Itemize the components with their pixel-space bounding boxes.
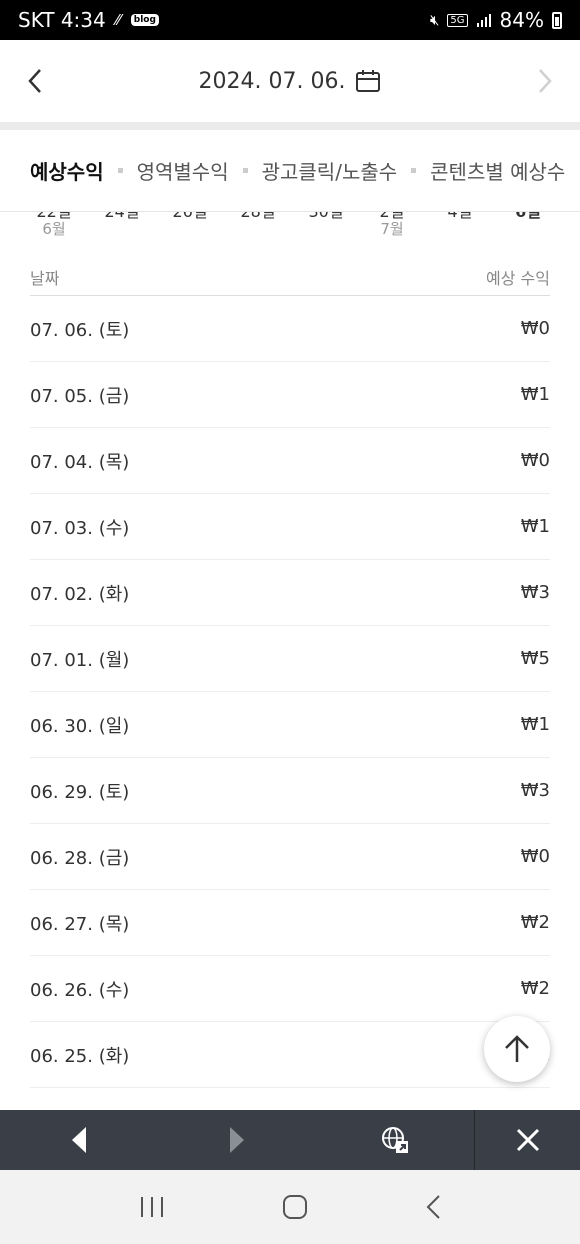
column-header-revenue: 예상 수익 [486, 268, 550, 288]
tab-ad-clicks-impressions[interactable]: 광고클릭/노출수 [262, 156, 398, 185]
row-value: ₩0 [520, 450, 550, 471]
table-row: 06. 26. (수) ₩2 [30, 956, 550, 1022]
tab-divider [242, 168, 248, 173]
axis-tick: 30일 [296, 212, 356, 222]
axis-tick: 26일 [160, 212, 220, 222]
back-icon[interactable] [425, 1194, 441, 1220]
date-header: 2024. 07. 06. [0, 40, 580, 122]
tab-revenue-by-content[interactable]: 콘텐츠별 예상수 [430, 156, 565, 185]
row-date: 06. 25. (화) [30, 1045, 130, 1067]
arrow-up-icon [505, 1035, 529, 1062]
row-date: 06. 27. (목) [30, 913, 130, 935]
status-right: 🔇︎ 5G 84% [430, 8, 562, 32]
battery-percent: 84% [499, 8, 544, 32]
table-header: 날짜 예상 수익 [30, 258, 550, 296]
chevron-right-icon [539, 69, 552, 93]
chart-axis: 22일 24일 26일 28일 30일 2일 4일 6일 6월 7월 [0, 212, 580, 242]
carrier-time: SKT 4:34 [18, 8, 106, 32]
row-value: ₩5 [520, 648, 550, 669]
next-date-button[interactable] [510, 40, 580, 122]
signal-icon [476, 14, 491, 27]
row-date: 06. 26. (수) [30, 979, 130, 1001]
tab-bar: 예상수익 영역별수익 광고클릭/노출수 콘텐츠별 예상수 [0, 130, 580, 212]
table-row: 06. 30. (일) ₩1 [30, 692, 550, 758]
row-date: 07. 03. (수) [30, 517, 130, 539]
table-row: 06. 25. (화)₩1 [30, 1022, 550, 1088]
network-badge: 5G [447, 13, 468, 27]
calendar-icon[interactable] [355, 69, 381, 93]
table-row: 06. 27. (목) ₩2 [30, 890, 550, 956]
row-date: 07. 05. (금) [30, 385, 130, 407]
row-value: ₩2 [520, 912, 550, 933]
triangle-right-icon [230, 1127, 244, 1153]
row-date: 07. 02. (화) [30, 583, 130, 605]
axis-tick: 24일 [92, 212, 152, 222]
axis-month: 7월 [380, 220, 404, 238]
axis-tick: 4일 [430, 212, 490, 222]
axis-tick: 6일 [498, 212, 558, 222]
row-date: 07. 04. (목) [30, 451, 130, 473]
table-row: 07. 02. (화) ₩3 [30, 560, 550, 626]
previous-date-button[interactable] [0, 40, 70, 122]
scroll-to-top-button[interactable] [484, 1016, 550, 1082]
blog-notification-icon: blog [130, 14, 159, 26]
browser-toolbar [0, 1110, 580, 1170]
column-header-date: 날짜 [30, 268, 60, 288]
browser-forward-button[interactable] [158, 1110, 316, 1170]
triangle-left-icon [72, 1127, 86, 1153]
table-row: 06. 28. (금) ₩0 [30, 824, 550, 890]
table-row: 07. 05. (금) ₩1 [30, 362, 550, 428]
tab-divider [117, 168, 123, 173]
axis-month: 6월 [42, 220, 66, 238]
home-icon[interactable] [282, 1194, 308, 1220]
row-date: 06. 29. (토) [30, 781, 130, 803]
web-translate-icon [382, 1127, 408, 1153]
table-row: 07. 01. (월) ₩5 [30, 626, 550, 692]
open-in-browser-button[interactable] [316, 1110, 474, 1170]
chevron-left-icon [28, 69, 41, 93]
row-value: ₩1 [520, 516, 550, 537]
axis-tick: 28일 [228, 212, 288, 222]
android-nav-bar [0, 1170, 580, 1244]
recent-apps-icon[interactable] [139, 1195, 165, 1219]
wifi-calling-icon: ⁄⁄ [115, 11, 121, 29]
row-value: ₩1 [520, 384, 550, 405]
tab-divider [411, 168, 417, 173]
row-date: 06. 30. (일) [30, 715, 130, 737]
row-value: ₩1 [520, 714, 550, 735]
row-value: ₩3 [520, 780, 550, 801]
row-date: 07. 01. (월) [30, 649, 130, 671]
browser-back-button[interactable] [0, 1110, 158, 1170]
mute-icon: 🔇︎ [429, 11, 440, 29]
table-row: 07. 04. (목) ₩0 [30, 428, 550, 494]
status-left: SKT 4:34 ⁄⁄ blog [18, 8, 159, 32]
row-date: 06. 28. (금) [30, 847, 130, 869]
table-row: 06. 29. (토) ₩3 [30, 758, 550, 824]
tab-expected-revenue[interactable]: 예상수익 [30, 156, 104, 185]
close-icon [516, 1128, 539, 1152]
battery-icon [552, 11, 562, 29]
table-row: 07. 06. (토) ₩0 [30, 296, 550, 362]
row-value: ₩0 [520, 846, 550, 867]
tab-revenue-by-area[interactable]: 영역별수익 [137, 156, 229, 185]
section-separator [0, 122, 580, 130]
row-value: ₩0 [520, 318, 550, 339]
current-date: 2024. 07. 06. [198, 68, 346, 94]
row-date: 07. 06. (토) [30, 319, 130, 341]
revenue-table: 07. 06. (토) ₩0 07. 05. (금) ₩1 07. 04. (목) ₩… [30, 296, 550, 1088]
row-value: ₩3 [520, 582, 550, 603]
row-value: ₩2 [520, 978, 550, 999]
close-browser-button[interactable] [475, 1110, 580, 1170]
date-title[interactable]: 2024. 07. 06. [199, 69, 382, 94]
table-row: 07. 03. (수) ₩1 [30, 494, 550, 560]
status-bar: SKT 4:34 ⁄⁄ blog 🔇︎ 5G 84% [0, 0, 580, 40]
